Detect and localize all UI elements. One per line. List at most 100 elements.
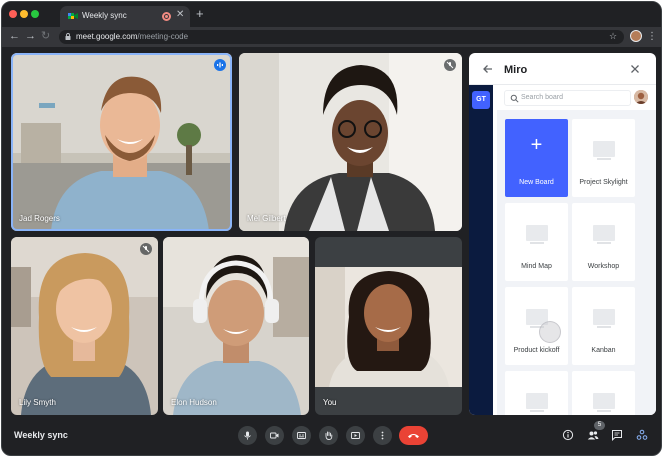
tab-bar: Weekly sync ✕ +	[2, 2, 661, 27]
back-arrow-icon[interactable]: ←	[9, 30, 20, 43]
more-options-button[interactable]	[373, 426, 392, 445]
maximize-window-button[interactable]	[31, 10, 39, 18]
audio-waves-icon	[217, 62, 223, 68]
board-card[interactable]: Kanban	[572, 287, 635, 365]
board-card[interactable]: Product kickoff	[505, 287, 568, 365]
participant-video	[315, 267, 462, 387]
participant-name: Elon Hudson	[171, 398, 217, 407]
search-input[interactable]: Search board	[504, 90, 631, 106]
profile-avatar[interactable]	[630, 30, 642, 42]
close-icon[interactable]	[629, 63, 641, 75]
participant-video	[163, 237, 309, 415]
people-count-badge: 5	[594, 421, 605, 430]
meet-favicon-icon	[68, 13, 78, 19]
miro-team-rail: GT	[469, 85, 493, 415]
board-grid: + New Board Project Skylight Mind Map Wo…	[497, 110, 656, 415]
board-thumbnail	[593, 225, 615, 244]
microphone-button[interactable]	[238, 426, 257, 445]
url-host: meet.google.com	[76, 32, 138, 41]
video-camera-icon	[270, 432, 279, 439]
people-icon[interactable]	[587, 429, 599, 441]
active-speaker-outline	[11, 53, 232, 231]
miro-side-panel: Miro GT Search board + New Board Project…	[469, 53, 656, 415]
kebab-menu-icon[interactable]: ⋮	[647, 30, 657, 43]
mic-icon	[244, 431, 251, 440]
panel-title: Miro	[504, 64, 528, 76]
captions-button[interactable]	[292, 426, 311, 445]
present-screen-button[interactable]	[346, 426, 365, 445]
participant-name: Lily Smyth	[19, 398, 56, 407]
mic-off-icon	[446, 61, 454, 69]
meeting-title: Weekly sync	[14, 430, 68, 440]
user-avatar[interactable]	[634, 90, 648, 104]
team-avatar[interactable]: GT	[472, 91, 490, 109]
hang-up-icon	[408, 434, 419, 438]
new-tab-plus-icon[interactable]: +	[196, 7, 204, 20]
muted-indicator	[444, 59, 456, 71]
participant-tile[interactable]: Mel Gilbert	[239, 53, 462, 231]
self-view-tile[interactable]: You	[315, 237, 462, 415]
speaking-indicator	[214, 59, 226, 71]
browser-tab[interactable]: Weekly sync ✕	[60, 6, 190, 27]
tab-title: Weekly sync	[82, 11, 127, 20]
mic-off-icon	[142, 245, 150, 253]
new-board-button[interactable]: + New Board	[505, 119, 568, 197]
participant-video	[11, 237, 158, 415]
leave-call-button[interactable]	[399, 426, 428, 445]
participant-name: You	[323, 398, 337, 407]
board-label: Project Skylight	[579, 179, 628, 186]
participant-tile[interactable]: Lily Smyth	[11, 237, 158, 415]
info-icon[interactable]	[562, 429, 574, 441]
board-card[interactable]	[572, 371, 635, 415]
user-avatar-image	[634, 90, 648, 104]
board-label: Kanban	[591, 347, 616, 354]
panel-divider	[469, 84, 656, 85]
board-thumbnail	[593, 309, 615, 328]
search-placeholder: Search board	[521, 94, 564, 101]
url-path: /meeting-code	[137, 32, 189, 41]
recording-icon	[162, 12, 171, 21]
chat-icon[interactable]	[611, 429, 623, 441]
board-card[interactable]: Mind Map	[505, 203, 568, 281]
hand-icon	[325, 431, 333, 440]
board-label: Workshop	[587, 263, 620, 270]
close-window-button[interactable]	[9, 10, 17, 18]
pointer-cursor	[539, 321, 561, 343]
plus-icon: +	[530, 134, 543, 156]
board-card[interactable]: Workshop	[572, 203, 635, 281]
activities-icon[interactable]	[636, 429, 648, 441]
raise-hand-button[interactable]	[319, 426, 338, 445]
board-thumbnail	[526, 225, 548, 244]
address-bar[interactable]: meet.google.com/meeting-code ☆	[59, 30, 624, 44]
minimize-window-button[interactable]	[20, 10, 28, 18]
forward-arrow-icon[interactable]: →	[25, 30, 36, 43]
participant-video	[239, 53, 462, 231]
lock-icon	[65, 33, 71, 40]
board-thumbnail	[593, 141, 615, 160]
star-icon[interactable]: ☆	[609, 31, 617, 42]
more-vert-icon	[381, 431, 384, 440]
board-label: New Board	[519, 179, 554, 186]
present-screen-icon	[351, 432, 360, 439]
back-arrow-icon[interactable]	[482, 63, 494, 75]
board-thumbnail	[593, 393, 615, 412]
board-thumbnail	[526, 393, 548, 412]
reload-icon[interactable]: ↻	[41, 30, 50, 43]
search-icon	[510, 94, 519, 103]
board-card[interactable]	[505, 371, 568, 415]
camera-button[interactable]	[265, 426, 284, 445]
board-label: Product kickoff	[513, 347, 560, 354]
board-label: Mind Map	[521, 263, 552, 270]
self-view-video	[315, 267, 462, 387]
browser-window: Weekly sync ✕ + ← → ↻ meet.google.com/me…	[1, 1, 662, 456]
closed-captions-icon	[297, 432, 306, 439]
tab-close-icon[interactable]: ✕	[176, 10, 184, 20]
participant-name: Jad Rogers	[19, 214, 60, 223]
browser-toolbar: ← → ↻ meet.google.com/meeting-code ☆ ⋮	[2, 27, 661, 47]
url-text: meet.google.com/meeting-code	[76, 32, 188, 41]
board-card[interactable]: Project Skylight	[572, 119, 635, 197]
muted-indicator	[140, 243, 152, 255]
participant-name: Mel Gilbert	[247, 214, 286, 223]
participant-tile[interactable]: Elon Hudson	[163, 237, 309, 415]
participant-tile[interactable]: Jad Rogers	[11, 53, 232, 231]
